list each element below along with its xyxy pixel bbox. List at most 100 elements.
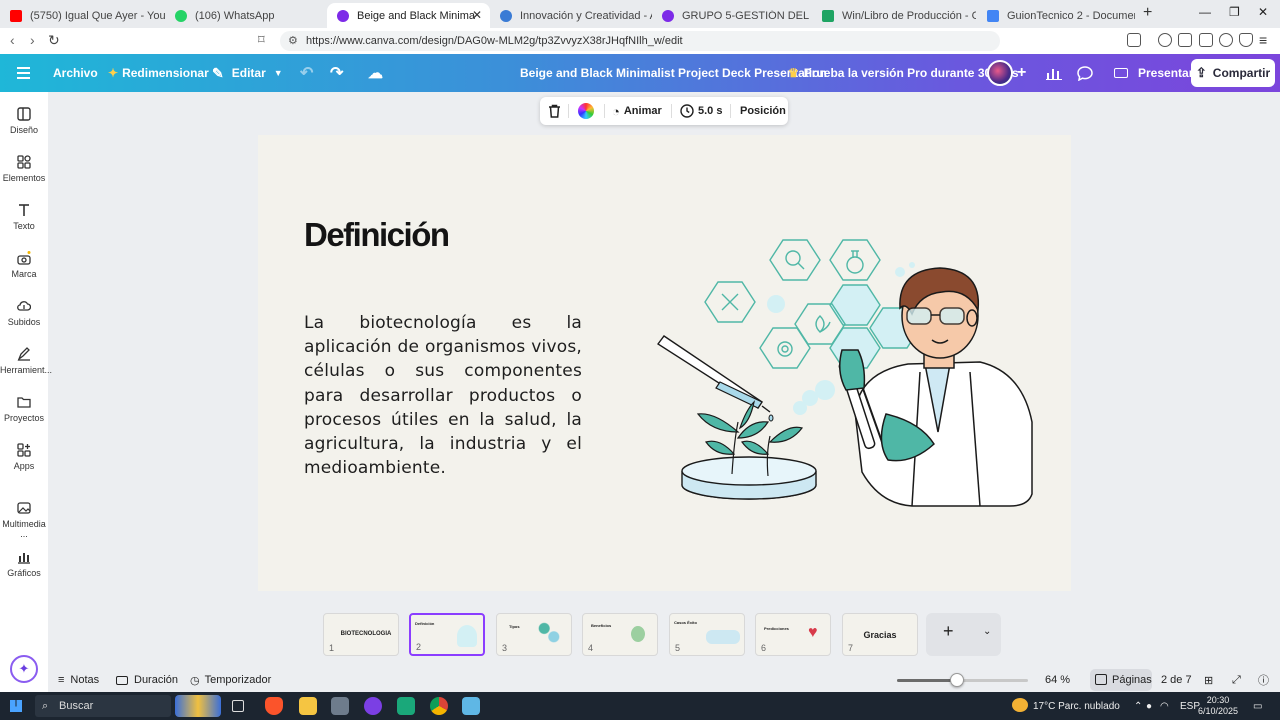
sidebar-item-elements[interactable]: Elementos [0, 155, 48, 183]
forward-icon[interactable]: › [30, 32, 35, 48]
extension-icon[interactable] [1199, 33, 1213, 47]
tab-grupo5[interactable]: GRUPO 5-GESTIÓN DEL TIEMPO - Pr [652, 3, 812, 28]
browser-menu-icon[interactable]: ≡ [1259, 32, 1267, 48]
pro-trial-button[interactable]: ♛ Prueba la versión Pro durante 30 días [788, 54, 1019, 92]
fullscreen-icon[interactable]: ⤢ [1232, 668, 1241, 692]
undo-button[interactable]: ↶ [300, 54, 313, 92]
page-thumbnail[interactable]: Beneficios 4 [582, 613, 658, 656]
sidebar-item-projects[interactable]: Proyectos [0, 395, 48, 423]
page-thumbnail-selected[interactable]: Definición 2 [409, 613, 485, 656]
microphone-icon[interactable]: ● [1146, 692, 1152, 720]
close-tab-icon[interactable]: ✕ [472, 8, 482, 22]
close-window-icon[interactable]: ✕ [1258, 5, 1268, 19]
app-icon[interactable] [462, 697, 480, 715]
present-button[interactable]: Presentar [1106, 60, 1201, 86]
tab-canva-active[interactable]: Beige and Black Minimalist Proj ✕ [327, 3, 490, 28]
comments-icon[interactable] [1077, 54, 1093, 92]
avatar[interactable] [987, 60, 1013, 86]
sidebar-item-tools[interactable]: Herramient... [0, 347, 52, 375]
file-explorer-icon[interactable] [299, 697, 317, 715]
cast-icon[interactable] [1127, 33, 1141, 47]
scientist-illustration[interactable] [650, 232, 1040, 512]
page-thumbnail[interactable]: BIOTECNOLOGIA 1 [323, 613, 399, 656]
add-page-button[interactable]: + ⌄ [926, 613, 1001, 656]
help-icon[interactable]: ⓘ [1258, 668, 1269, 692]
duration-button[interactable]: Duración [116, 668, 178, 692]
sidebar-item-charts[interactable]: Gráficos [0, 550, 48, 578]
windows-start-icon[interactable] [10, 700, 22, 712]
widget-game-icon[interactable] [175, 695, 221, 717]
pages-button[interactable]: Páginas [1090, 669, 1152, 691]
back-icon[interactable]: ‹ [10, 32, 15, 48]
add-collaborator-icon[interactable]: + [1017, 54, 1026, 92]
edit-mode-button[interactable]: ✎ Editar ▼ [212, 54, 283, 92]
chrome-icon[interactable] [430, 697, 448, 715]
slide-title[interactable]: Definición [304, 216, 450, 254]
restore-icon[interactable]: ❐ [1229, 5, 1240, 19]
analytics-icon[interactable] [1046, 54, 1062, 92]
capcut-icon[interactable] [397, 697, 415, 715]
resize-button[interactable]: ✦ Redimensionar [108, 54, 209, 92]
redo-button[interactable]: ↷ [330, 54, 343, 92]
sidebar-item-brand[interactable]: Marca [0, 251, 48, 279]
shield-icon[interactable] [1239, 33, 1253, 47]
system-clock[interactable]: 20:30 6/10/2025 [1196, 695, 1240, 717]
tab-drive[interactable]: Win/Libro de Producción - Google D [812, 3, 977, 28]
page-thumbnail[interactable]: Gracias 7 [842, 613, 918, 656]
redo-icon: ↷ [330, 65, 344, 82]
menu-icon[interactable] [17, 67, 30, 82]
reload-icon[interactable]: ↻ [48, 32, 60, 49]
task-view-icon[interactable] [232, 700, 244, 712]
url-field[interactable]: ⚙ https://www.canva.com/design/DAG0w-MLM… [280, 31, 1000, 51]
page-thumbnail[interactable]: Tipos 3 [496, 613, 572, 656]
window-app-icon[interactable] [331, 697, 349, 715]
messenger-icon[interactable] [364, 697, 382, 715]
new-tab-icon[interactable]: + [1143, 4, 1152, 22]
sidebar-item-text[interactable]: Texto [0, 203, 48, 231]
page-indicator-text: 2 de 7 [1161, 674, 1192, 686]
slide-body-text[interactable]: La biotecnología es la aplicación de org… [304, 311, 582, 480]
timing-button[interactable]: 5.0 s [680, 97, 722, 125]
screen-icon [116, 675, 128, 685]
notes-icon: ≡ [58, 674, 65, 686]
wifi-icon[interactable]: ◠ [1160, 692, 1169, 720]
weather-status[interactable]: 17°C Parc. nublado [1033, 692, 1120, 720]
position-button[interactable]: Posición [740, 97, 786, 125]
tab-innovacion[interactable]: Innovación y Creatividad - ALUMNO [490, 3, 652, 28]
notification-icon[interactable]: ▭ [1253, 692, 1262, 720]
brave-browser-icon[interactable] [265, 697, 283, 715]
hexagon-pattern [704, 239, 921, 369]
tab-whatsapp[interactable]: (106) WhatsApp [165, 3, 325, 28]
grid-view-icon[interactable]: ⊞ [1204, 668, 1213, 692]
sidebar-item-apps[interactable]: Apps [0, 443, 48, 471]
tab-docs[interactable]: GuionTecnico 2 - Documentos de G [977, 3, 1137, 28]
tab-label: (106) WhatsApp [195, 9, 275, 22]
tab-youtube[interactable]: (5750) Igual Que Ayer - YouTube [0, 3, 165, 28]
timer-button[interactable]: ◷ Temporizador [190, 668, 271, 692]
page-thumbnail[interactable]: Casos Éxito 5 [669, 613, 745, 656]
color-picker-icon[interactable] [578, 103, 594, 119]
page-thumbnail[interactable]: Predicciones ♥ 6 [755, 613, 831, 656]
sidebar-item-label: Herramient... [0, 365, 53, 375]
sidebar-item-design[interactable]: Diseño [0, 107, 48, 135]
ai-assistant-icon[interactable] [1219, 33, 1233, 47]
file-menu-button[interactable]: Archivo [53, 54, 98, 92]
document-title[interactable]: Beige and Black Minimalist Project Deck … [520, 54, 827, 92]
cloud-save-status[interactable]: ☁ [368, 54, 383, 92]
sidebar-item-media[interactable]: Multimedia ... [0, 501, 48, 539]
bookmark-icon[interactable]: ⌑ [258, 32, 265, 48]
sidebar-item-uploads[interactable]: Subidos [0, 299, 48, 327]
animate-button[interactable]: ◔ Animar [612, 97, 662, 125]
minimize-icon[interactable]: — [1199, 5, 1211, 19]
zoom-value[interactable]: 64 % [1045, 668, 1070, 692]
site-info-icon[interactable]: ⚙ [288, 31, 298, 51]
media-control-icon[interactable] [1158, 33, 1172, 47]
notes-button[interactable]: ≡ Notas [58, 668, 99, 692]
magic-assistant-button[interactable]: ✦ [10, 655, 38, 683]
delete-button[interactable] [548, 97, 561, 125]
show-hidden-icons[interactable]: ⌃ [1134, 692, 1142, 720]
page-indicator[interactable]: 2 de 7 [1161, 668, 1192, 692]
share-button[interactable]: ⇪ Compartir [1191, 59, 1275, 87]
sidebar-icon[interactable] [1178, 33, 1192, 47]
taskbar-search[interactable]: ⌕ Buscar [35, 695, 171, 717]
